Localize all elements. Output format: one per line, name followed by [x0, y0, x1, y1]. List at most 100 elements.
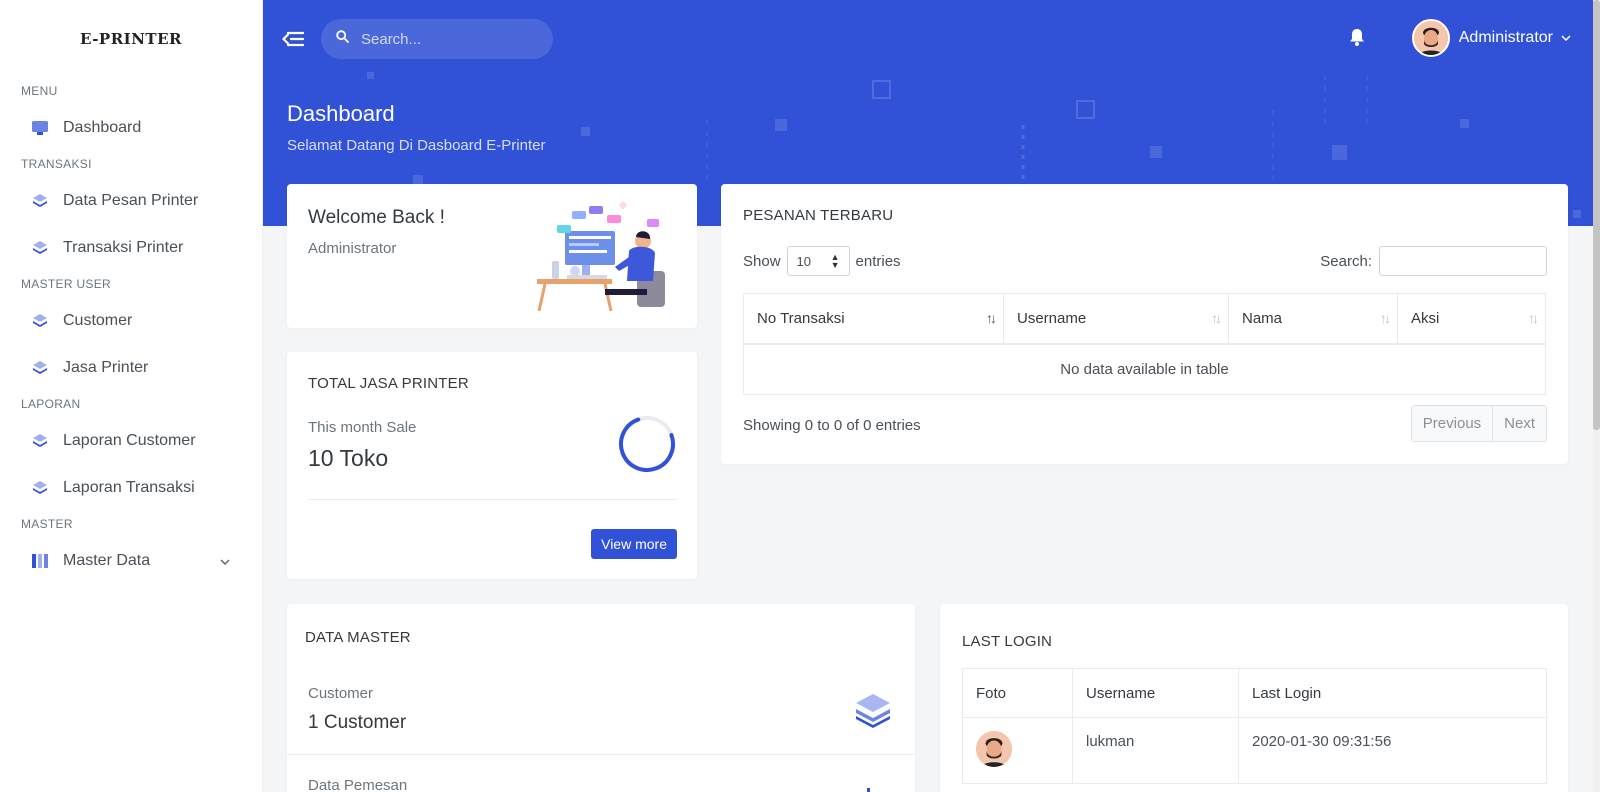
- sidebar: E-PRINTER MENU Dashboard TRANSAKSI Data …: [0, 0, 263, 792]
- welcome-title: Welcome Back !: [308, 207, 445, 228]
- layers-icon: [30, 358, 50, 378]
- bell-icon[interactable]: [1348, 27, 1368, 49]
- monitor-icon: [30, 118, 50, 138]
- brand-logo[interactable]: E-PRINTER: [0, 0, 262, 78]
- sidebar-item-transaksi-printer[interactable]: Transaksi Printer: [0, 224, 262, 271]
- master-item-customer: Customer 1 Customer: [287, 665, 915, 755]
- data-master-card: DATA MASTER Customer 1 Customer Data Pem…: [287, 604, 915, 792]
- search-box: [321, 19, 553, 59]
- total-jasa-value: 10 Toko: [308, 445, 389, 471]
- master-item-value: 1 Customer: [308, 712, 407, 733]
- entries-label: entries: [855, 252, 901, 270]
- layers-icon: [30, 311, 50, 331]
- avatar: [976, 731, 1012, 767]
- pagination: Previous Next: [1410, 405, 1547, 442]
- chevron-down-icon: [220, 554, 230, 568]
- sidebar-item-label: Laporan Customer: [63, 431, 196, 449]
- select-arrows-icon: ▲ ▼: [830, 252, 840, 270]
- layers-icon: [30, 478, 50, 498]
- total-jasa-label: This month Sale: [308, 419, 417, 436]
- last-login-card: LAST LOGIN Foto Username Last Login lukm…: [940, 604, 1568, 792]
- master-item-data-pemesan: Data Pemesan: [287, 756, 915, 792]
- search-input[interactable]: [361, 30, 531, 48]
- pesanan-table: No Transaksi ↑↓ Username ↑↓ Nama ↑↓ Aksi ↑↓ …: [743, 293, 1546, 395]
- search-label: Search:: [1320, 252, 1372, 270]
- section-master-user: MASTER USER: [21, 277, 111, 291]
- entries-select[interactable]: 10 ▲ ▼: [786, 246, 850, 276]
- column-header-username[interactable]: Username ↑↓: [1003, 293, 1229, 345]
- section-menu: MENU: [21, 84, 58, 98]
- show-label: Show: [743, 252, 781, 270]
- table-row: lukman 2020-01-30 09:31:56: [962, 717, 1547, 784]
- section-transaksi: TRANSAKSI: [21, 157, 92, 171]
- layers-icon: [30, 191, 50, 211]
- column-header-aksi[interactable]: Aksi ↑↓: [1397, 293, 1546, 345]
- user-name: Administrator: [1458, 29, 1553, 46]
- entries-length: Show 10 ▲ ▼ entries: [743, 246, 901, 276]
- section-master: MASTER: [21, 517, 73, 531]
- user-menu[interactable]: Administrator: [1411, 19, 1571, 57]
- menu-toggle-icon[interactable]: [281, 27, 305, 51]
- table-row: No data available in table: [743, 343, 1546, 395]
- total-jasa-card: TOTAL JASA PRINTER This month Sale 10 To…: [287, 352, 697, 579]
- last-login-title: LAST LOGIN: [962, 633, 1053, 650]
- last-login-cell: 2020-01-30 09:31:56: [1238, 717, 1547, 784]
- master-item-label: Data Pemesan: [308, 777, 408, 792]
- sidebar-item-label: Transaksi Printer: [63, 238, 184, 256]
- chevron-down-icon: [1561, 32, 1571, 44]
- sidebar-item-dashboard[interactable]: Dashboard: [0, 104, 262, 151]
- sidebar-item-laporan-transaksi[interactable]: Laporan Transaksi: [0, 464, 262, 511]
- sidebar-item-master-data[interactable]: Master Data: [0, 537, 262, 584]
- column-header-foto: Foto: [962, 668, 1073, 718]
- topbar: [263, 0, 1593, 78]
- scrollbar-thumb[interactable]: [1593, 0, 1600, 430]
- welcome-card: Welcome Back ! Administrator: [287, 184, 697, 328]
- section-laporan: LAPORAN: [21, 397, 81, 411]
- layers-icon: [30, 431, 50, 451]
- sidebar-item-label: Data Pesan Printer: [63, 191, 199, 209]
- search-icon: [336, 30, 349, 48]
- welcome-role: Administrator: [308, 240, 397, 257]
- developer-illustration: [537, 201, 665, 311]
- sidebar-item-label: Jasa Printer: [63, 358, 149, 376]
- sort-icon: ↑↓: [1380, 310, 1391, 326]
- sort-icon: ↑↓: [1528, 310, 1539, 326]
- sidebar-item-label: Master Data: [63, 551, 151, 569]
- master-item-label: Customer: [308, 685, 374, 702]
- divider: [308, 499, 677, 500]
- sort-icon: ↑↓: [1211, 310, 1222, 326]
- avatar: [1411, 19, 1450, 57]
- sidebar-item-jasa-printer[interactable]: Jasa Printer: [0, 344, 262, 391]
- sidebar-item-label: Laporan Transaksi: [63, 478, 195, 496]
- previous-button[interactable]: Previous: [1411, 406, 1493, 441]
- sidebar-item-laporan-customer[interactable]: Laporan Customer: [0, 417, 262, 464]
- sidebar-item-label: Dashboard: [63, 118, 142, 136]
- data-master-title: DATA MASTER: [305, 629, 411, 646]
- empty-table-message: No data available in table: [743, 343, 1546, 395]
- username-cell: lukman: [1072, 717, 1239, 784]
- table-search: Search:: [1320, 246, 1547, 276]
- last-login-table: Foto Username Last Login lukman 2020-01-…: [962, 668, 1547, 784]
- pesanan-terbaru-card: PESANAN TERBARU Show 10 ▲ ▼ entries Searc…: [721, 184, 1568, 464]
- column-header-no-transaksi[interactable]: No Transaksi ↑↓: [743, 293, 1004, 345]
- page-title: Dashboard: [287, 101, 395, 126]
- sidebar-item-customer[interactable]: Customer: [0, 297, 262, 344]
- page-subtitle: Selamat Datang Di Dasboard E-Printer: [287, 137, 546, 154]
- foto-cell: [962, 717, 1073, 784]
- layers-icon: [30, 238, 50, 258]
- next-button[interactable]: Next: [1492, 406, 1546, 441]
- column-header-username: Username: [1072, 668, 1239, 718]
- total-jasa-title: TOTAL JASA PRINTER: [308, 375, 469, 392]
- bar-chart-icon: [867, 788, 870, 792]
- layers-icon: [856, 694, 890, 728]
- column-header-last-login: Last Login: [1238, 668, 1547, 718]
- progress-ring: [619, 416, 675, 472]
- entries-select-value: 10: [796, 253, 811, 269]
- table-search-input[interactable]: [1379, 246, 1547, 276]
- column-header-nama[interactable]: Nama ↑↓: [1228, 293, 1398, 345]
- sidebar-item-data-pesan-printer[interactable]: Data Pesan Printer: [0, 177, 262, 224]
- sort-icon: ↑↓: [986, 310, 997, 326]
- table-info: Showing 0 to 0 of 0 entries: [743, 417, 921, 434]
- columns-icon: [30, 551, 50, 571]
- view-more-button[interactable]: View more: [591, 529, 677, 559]
